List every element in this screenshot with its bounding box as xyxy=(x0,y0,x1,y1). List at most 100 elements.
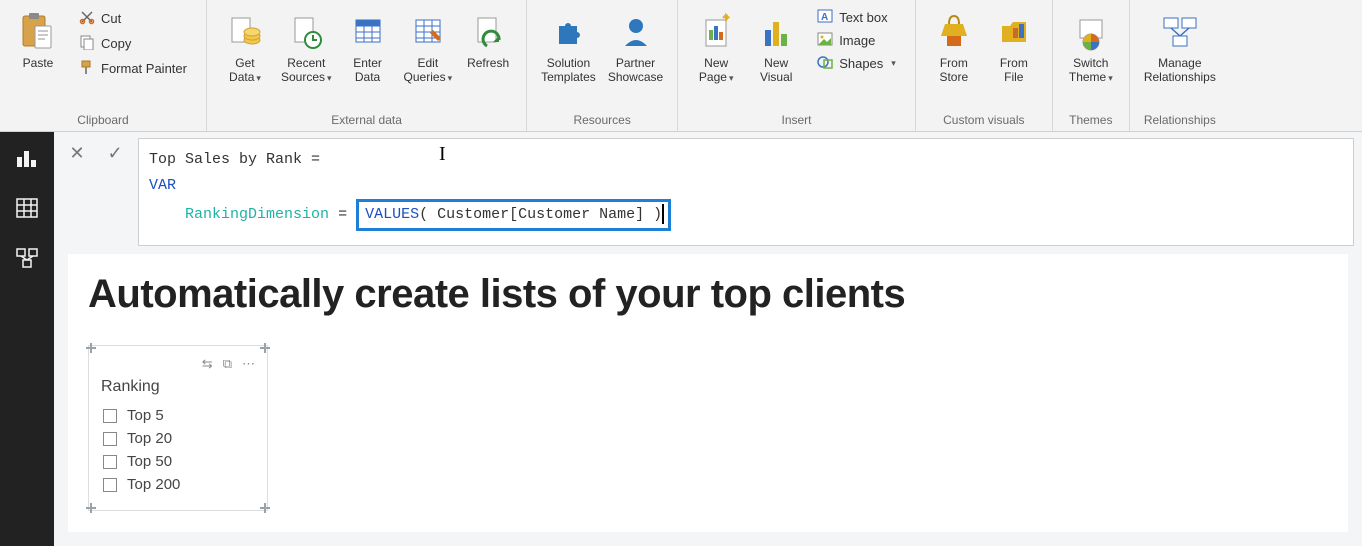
more-options-icon[interactable]: ⋯ xyxy=(242,356,255,372)
scissors-icon xyxy=(79,9,95,28)
new-visual-label: New Visual xyxy=(760,56,792,84)
group-label-themes: Themes xyxy=(1061,109,1121,129)
group-label-relationships: Relationships xyxy=(1138,109,1222,129)
new-page-button[interactable]: ✦ New Page▾ xyxy=(686,4,746,87)
copy-label: Copy xyxy=(101,36,131,51)
paste-icon xyxy=(21,10,55,54)
group-label-insert: Insert xyxy=(686,109,907,129)
shapes-label: Shapes xyxy=(839,56,883,71)
report-canvas[interactable]: Automatically create lists of your top c… xyxy=(68,254,1348,532)
checkbox-icon[interactable] xyxy=(103,455,117,469)
cut-label: Cut xyxy=(101,11,121,26)
store-icon xyxy=(937,10,971,54)
manage-relationships-label: Manage Relationships xyxy=(1144,56,1216,84)
slicer-list: Top 5 Top 20Top 50Top 200 xyxy=(101,404,255,496)
group-label-custom-visuals: Custom visuals xyxy=(924,109,1044,129)
svg-text:A: A xyxy=(821,12,828,23)
refresh-icon xyxy=(471,10,505,54)
text-caret-icon: I xyxy=(439,141,446,167)
data-view-button[interactable] xyxy=(11,194,43,222)
chevron-down-icon: ▾ xyxy=(448,73,453,83)
manage-relationships-button[interactable]: Manage Relationships xyxy=(1138,4,1222,86)
partner-showcase-label: Partner Showcase xyxy=(608,56,663,84)
resize-handle-tl[interactable] xyxy=(86,343,96,353)
resize-handle-bl[interactable] xyxy=(86,503,96,513)
switch-theme-label: Switch Theme▾ xyxy=(1069,56,1113,85)
cut-button[interactable]: Cut xyxy=(74,6,192,31)
checkbox-icon[interactable] xyxy=(103,409,117,423)
slicer-item[interactable]: Top 50 xyxy=(101,450,255,473)
formula-highlight: VALUES( Customer[Customer Name] ) xyxy=(356,199,671,231)
image-button[interactable]: Image xyxy=(812,29,901,52)
get-data-label: Get Data▾ xyxy=(229,56,261,85)
ribbon-group-themes: Switch Theme▾ Themes xyxy=(1053,0,1130,131)
cancel-formula-button[interactable]: ✕ xyxy=(62,138,92,168)
new-visual-button[interactable]: New Visual xyxy=(746,4,806,86)
body-row: ✕ ✓ Top Sales by Rank = I VAR RankingDim… xyxy=(0,132,1362,546)
ribbon-group-insert: ✦ New Page▾ New Visual A Text box Image xyxy=(678,0,916,131)
from-file-label: From File xyxy=(1000,56,1028,84)
commit-formula-button[interactable]: ✓ xyxy=(100,138,130,168)
enter-data-button[interactable]: Enter Data xyxy=(338,4,398,86)
paste-button[interactable]: Paste xyxy=(8,4,68,72)
ribbon-group-clipboard: Paste Cut Copy Format Painter Clipboard xyxy=(0,0,207,131)
func-name: VALUES xyxy=(365,206,419,223)
puzzle-icon xyxy=(551,10,585,54)
model-view-button[interactable] xyxy=(11,244,43,272)
resize-handle-br[interactable] xyxy=(260,503,270,513)
get-data-button[interactable]: Get Data▾ xyxy=(215,4,275,87)
view-switcher xyxy=(0,132,54,546)
from-file-button[interactable]: From File xyxy=(984,4,1044,86)
ribbon-group-resources: Solution Templates Partner Showcase Reso… xyxy=(527,0,678,131)
enter-data-icon xyxy=(351,10,385,54)
bar-chart-icon xyxy=(15,147,39,169)
chevron-down-icon: ▾ xyxy=(729,73,734,83)
edit-queries-label: Edit Queries▾ xyxy=(404,56,453,85)
var-keyword: VAR xyxy=(149,177,176,194)
close-paren: ) xyxy=(653,206,662,223)
refresh-button[interactable]: Refresh xyxy=(458,4,518,72)
focus-mode-icon[interactable]: ⧉ xyxy=(223,356,232,372)
format-painter-button[interactable]: Format Painter xyxy=(74,56,192,81)
slicer-visual[interactable]: ⇆ ⧉ ⋯ Ranking Top 5Top 20Top 50Top 200 xyxy=(88,345,268,511)
refresh-label: Refresh xyxy=(467,56,509,70)
copy-button[interactable]: Copy xyxy=(74,31,192,56)
switch-theme-button[interactable]: Switch Theme▾ xyxy=(1061,4,1121,87)
resize-handle-tr[interactable] xyxy=(260,343,270,353)
image-icon xyxy=(817,32,833,49)
formula-line1: Top Sales by Rank = xyxy=(149,151,320,168)
new-page-icon: ✦ xyxy=(699,10,733,54)
text-box-label: Text box xyxy=(839,10,887,25)
format-painter-label: Format Painter xyxy=(101,61,187,76)
recent-sources-icon xyxy=(289,10,323,54)
solution-templates-button[interactable]: Solution Templates xyxy=(535,4,602,86)
checkbox-icon[interactable] xyxy=(103,432,117,446)
formula-editor[interactable]: Top Sales by Rank = I VAR RankingDimensi… xyxy=(138,138,1354,246)
group-label-resources: Resources xyxy=(535,109,669,129)
edit-queries-button[interactable]: Edit Queries▾ xyxy=(398,4,459,87)
check-icon: ✓ xyxy=(107,143,122,164)
partner-showcase-button[interactable]: Partner Showcase xyxy=(602,4,669,86)
relationships-icon xyxy=(1160,10,1200,54)
slicer-item[interactable]: Top 20 xyxy=(101,427,255,450)
slicer-item-label: Top 5 xyxy=(127,407,164,424)
slicer-item[interactable]: Top 200 xyxy=(101,473,255,496)
formula-bar: ✕ ✓ Top Sales by Rank = I VAR RankingDim… xyxy=(54,132,1362,246)
slicer-item[interactable]: Top 5 xyxy=(101,404,255,427)
chart-icon xyxy=(759,10,793,54)
recent-sources-button[interactable]: Recent Sources▾ xyxy=(275,4,338,87)
canvas-area: ✕ ✓ Top Sales by Rank = I VAR RankingDim… xyxy=(54,132,1362,546)
ribbon-group-external-data: Get Data▾ Recent Sources▾ Enter Data Edi… xyxy=(207,0,527,131)
group-label-external-data: External data xyxy=(215,109,518,129)
checkbox-icon[interactable] xyxy=(103,478,117,492)
filters-icon[interactable]: ⇆ xyxy=(202,356,213,372)
text-box-button[interactable]: A Text box xyxy=(812,6,901,29)
edit-queries-icon xyxy=(411,10,445,54)
report-view-button[interactable] xyxy=(11,144,43,172)
equals: = xyxy=(338,206,347,223)
text-box-icon: A xyxy=(817,9,833,26)
copy-icon xyxy=(79,34,95,53)
get-data-icon xyxy=(228,10,262,54)
from-store-button[interactable]: From Store xyxy=(924,4,984,86)
shapes-button[interactable]: Shapes ▾ xyxy=(812,52,901,75)
